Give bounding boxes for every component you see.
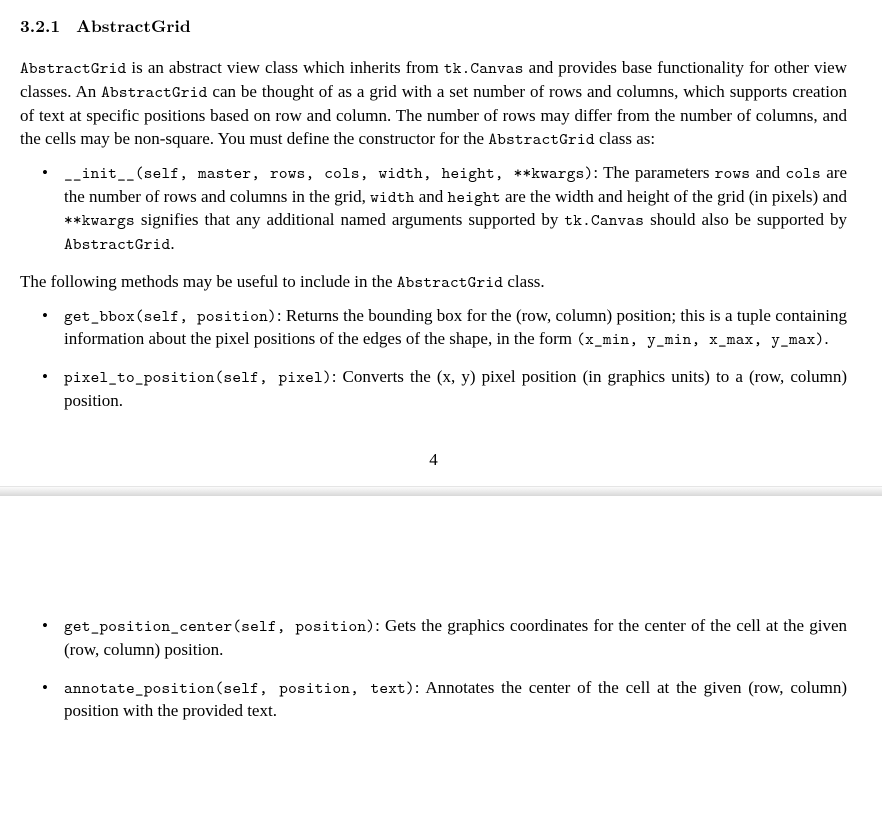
code-width: width xyxy=(370,186,414,208)
text: are the width and height of the grid (in… xyxy=(501,187,847,206)
text: . xyxy=(824,329,828,348)
get-position-center-signature: get_position_center(self, position) xyxy=(64,615,375,637)
code-height: height xyxy=(448,186,501,208)
code-abstractgrid: AbstractGrid xyxy=(488,128,594,150)
section-number: 3.2.1 xyxy=(20,14,60,38)
page-number: 4 xyxy=(20,450,847,470)
text: is an abstract view class which inherits… xyxy=(126,58,443,77)
text: . xyxy=(170,234,174,253)
constructor-list: __init__(self, master, rows, cols, width… xyxy=(20,161,847,256)
text: signifies that any additional named argu… xyxy=(135,210,565,229)
bbox-tuple: (x_min, y_min, x_max, y_max) xyxy=(576,328,824,350)
init-signature: __init__(self, master, rows, cols, width… xyxy=(64,162,593,184)
list-item: __init__(self, master, rows, cols, width… xyxy=(64,161,847,256)
pixel-to-position-signature: pixel_to_position(self, pixel) xyxy=(64,366,332,388)
code-abstractgrid: AbstractGrid xyxy=(64,233,170,255)
text: should also be supported by xyxy=(644,210,847,229)
code-abstractgrid: AbstractGrid xyxy=(397,271,503,293)
code-cols: cols xyxy=(785,162,820,184)
section-title: AbstractGrid xyxy=(76,14,191,38)
section-heading: 3.2.1 AbstractGrid xyxy=(20,14,847,38)
text: The following methods may be useful to i… xyxy=(20,272,397,291)
page-2: get_position_center(self, position): Get… xyxy=(0,496,882,766)
methods-list-2: get_position_center(self, position): Get… xyxy=(20,614,847,722)
list-item: pixel_to_position(self, pixel): Converts… xyxy=(64,365,847,412)
code-kwargs: **kwargs xyxy=(64,209,135,231)
methods-list-1: get_bbox(self, position): Returns the bo… xyxy=(20,304,847,413)
text: class. xyxy=(503,272,545,291)
page-1: 3.2.1 AbstractGrid AbstractGrid is an abs… xyxy=(0,0,882,486)
methods-intro: The following methods may be useful to i… xyxy=(20,270,847,294)
code-tk-canvas: tk.Canvas xyxy=(444,57,524,79)
code-abstractgrid: AbstractGrid xyxy=(101,81,207,103)
text: class as: xyxy=(595,129,655,148)
code-rows: rows xyxy=(715,162,750,184)
text: : The parameters xyxy=(593,163,714,182)
list-item: get_bbox(self, position): Returns the bo… xyxy=(64,304,847,352)
intro-paragraph: AbstractGrid is an abstract view class w… xyxy=(20,56,847,151)
code-abstractgrid: AbstractGrid xyxy=(20,57,126,79)
annotate-position-signature: annotate_position(self, position, text) xyxy=(64,677,415,699)
text: and xyxy=(750,163,785,182)
list-item: annotate_position(self, position, text):… xyxy=(64,676,847,723)
page-break xyxy=(0,486,882,496)
get-bbox-signature: get_bbox(self, position) xyxy=(64,305,277,327)
code-tk-canvas: tk.Canvas xyxy=(564,209,644,231)
text: and xyxy=(414,187,447,206)
list-item: get_position_center(self, position): Get… xyxy=(64,614,847,661)
